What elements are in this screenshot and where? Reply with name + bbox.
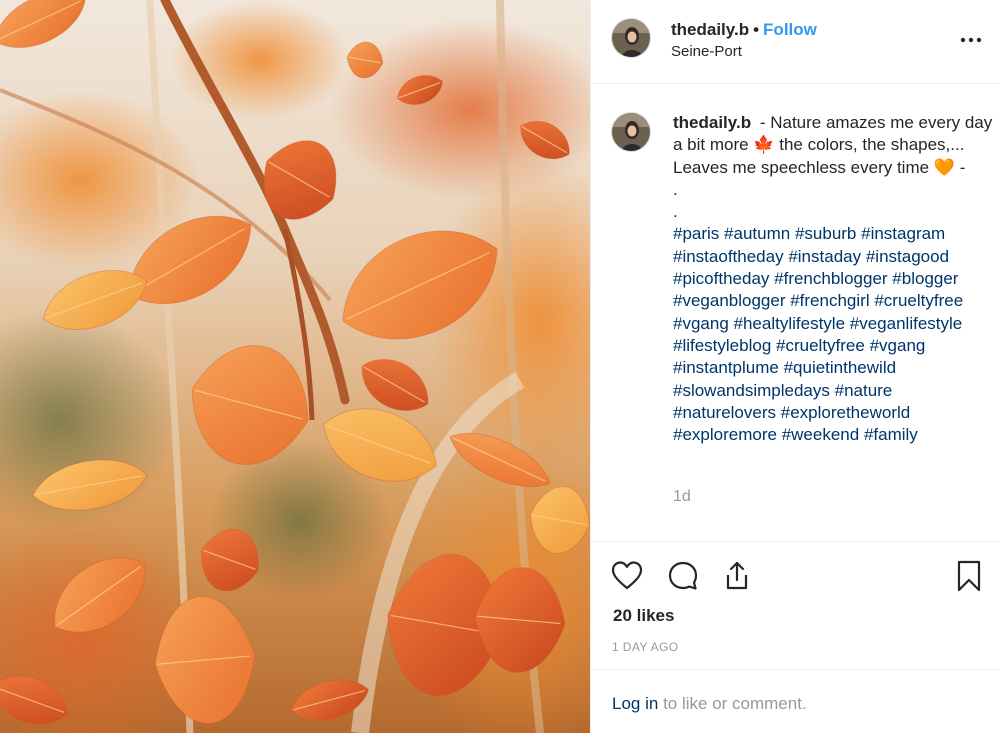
username-link[interactable]: thedaily.b (671, 20, 749, 39)
hashtag-link[interactable]: #instagram (861, 224, 945, 243)
hashtag-link[interactable]: #instantplume (673, 358, 779, 377)
hashtag-link[interactable]: #quietinthewild (784, 358, 896, 377)
hashtag-link[interactable]: #frenchblogger (774, 269, 887, 288)
caption-text: thedaily.b - Nature amazes me every day … (673, 112, 995, 446)
hashtag-link[interactable]: #slowandsimpledays (673, 381, 830, 400)
profile-picture-image (612, 113, 650, 151)
caption-dot-line: . (673, 202, 678, 222)
more-options-icon[interactable] (959, 28, 983, 52)
hashtag-link[interactable]: #blogger (892, 269, 958, 288)
hashtag-link[interactable]: #family (864, 425, 918, 444)
login-prompt-label: to like or comment. (663, 694, 807, 713)
location-link[interactable]: Seine-Port (671, 43, 742, 60)
hashtag-link[interactable]: #crueltyfree (874, 291, 963, 310)
hashtag-list: #paris #autumn #suburb #instagram #insta… (673, 223, 995, 446)
caption-username-link[interactable]: thedaily.b (673, 113, 751, 132)
separator-dot: • (753, 20, 760, 39)
hashtag-link[interactable]: #frenchgirl (790, 291, 869, 310)
hashtag-link[interactable]: #instaday (788, 247, 861, 266)
post-header: thedaily.b • Follow Seine-Port (591, 0, 1000, 84)
follow-button[interactable]: Follow (763, 20, 817, 39)
comment-icon[interactable] (666, 559, 700, 593)
hashtag-link[interactable]: #paris (673, 224, 719, 243)
profile-picture-image (612, 19, 650, 57)
heart-icon[interactable] (610, 559, 644, 593)
hashtag-link[interactable]: #weekend (782, 425, 860, 444)
hashtag-link[interactable]: #veganblogger (673, 291, 785, 310)
caption-timestamp[interactable]: 1d (673, 488, 691, 506)
login-prompt: Log in to like or comment. (591, 669, 1000, 733)
hashtag-link[interactable]: #instaoftheday (673, 247, 784, 266)
caption-avatar[interactable] (611, 112, 651, 152)
hashtag-link[interactable]: #veganlifestyle (850, 314, 962, 333)
hashtag-link[interactable]: #exploretheworld (781, 403, 910, 422)
login-prompt-text: Log in to like or comment. (612, 694, 807, 714)
hashtag-link[interactable]: #picoftheday (673, 269, 769, 288)
post-photo[interactable] (0, 0, 590, 733)
hashtag-link[interactable]: #crueltyfree (776, 336, 865, 355)
caption-text-part: - (959, 157, 966, 177)
likes-count[interactable]: 20 likes (613, 606, 674, 626)
header-user-line: thedaily.b • Follow (671, 20, 817, 40)
hashtag-link[interactable]: #vgang (673, 314, 729, 333)
hashtag-link[interactable]: #nature (835, 381, 893, 400)
login-link[interactable]: Log in (612, 694, 658, 713)
orange-heart-emoji: 🧡 (933, 157, 955, 178)
hashtag-link[interactable]: #autumn (724, 224, 790, 243)
post-date[interactable]: 1 DAY AGO (612, 640, 679, 654)
avatar[interactable] (611, 18, 651, 58)
hashtag-link[interactable]: #exploremore (673, 425, 777, 444)
share-icon[interactable] (720, 559, 754, 593)
action-bar: 20 likes 1 DAY AGO (591, 541, 1000, 669)
post-side-panel: thedaily.b • Follow Seine-Port thedaily.b … (590, 0, 1000, 733)
maple-leaf-emoji: 🍁 (753, 135, 775, 156)
hashtag-link[interactable]: #naturelovers (673, 403, 776, 422)
hashtag-link[interactable]: #lifestyleblog (673, 336, 771, 355)
bookmark-icon[interactable] (952, 559, 986, 593)
hashtag-link[interactable]: #instagood (866, 247, 949, 266)
autumn-leaves-image (0, 0, 590, 733)
hashtag-link[interactable]: #suburb (795, 224, 856, 243)
caption-dot-line: . (673, 179, 678, 199)
hashtag-link[interactable]: #healtylifestyle (734, 314, 846, 333)
hashtag-link[interactable]: #vgang (870, 336, 926, 355)
caption-section: thedaily.b - Nature amazes me every day … (591, 84, 1000, 541)
